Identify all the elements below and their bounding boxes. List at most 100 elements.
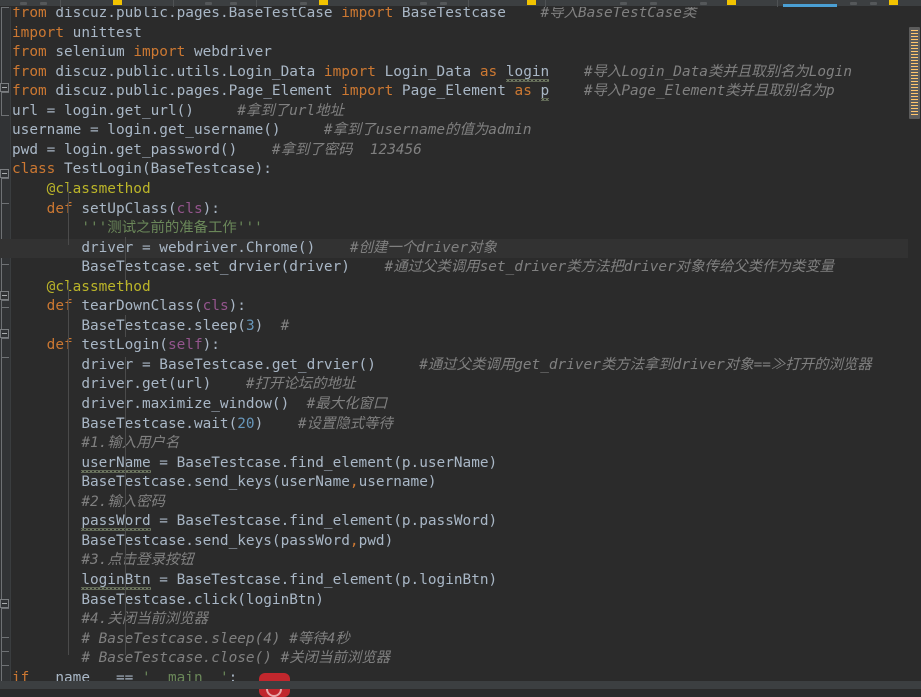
code-line[interactable]: #2.输入密码	[0, 493, 921, 513]
code-editor[interactable]: from discuz.public.pages.BaseTestCase im…	[0, 7, 921, 689]
code-line[interactable]: #1.输入用户名	[0, 434, 921, 454]
code-line[interactable]: pwd = login.get_password() #拿到了密码 123456	[0, 141, 921, 161]
error-stripe-mark[interactable]	[911, 39, 918, 40]
code-line[interactable]: def tearDownClass(cls):	[0, 297, 921, 317]
toolbar-button-icon[interactable]	[440, 2, 447, 5]
error-stripe-mark[interactable]	[911, 33, 918, 34]
error-stripe-mark[interactable]	[911, 108, 918, 109]
code-token: import	[133, 44, 194, 61]
error-stripe-mark[interactable]	[911, 45, 918, 46]
error-stripe-mark[interactable]	[911, 30, 918, 31]
error-stripe-mark[interactable]	[911, 36, 918, 37]
code-token: userName	[81, 454, 151, 471]
code-token: setUpClass	[81, 200, 168, 217]
code-line[interactable]: BaseTestcase.send_keys(userName,username…	[0, 473, 921, 493]
toolbar-button-icon[interactable]	[20, 2, 27, 5]
error-stripe-mark[interactable]	[911, 105, 918, 106]
code-line[interactable]: BaseTestcase.sleep(3) #	[0, 317, 921, 337]
error-stripe-mark[interactable]	[911, 102, 918, 103]
toolbar-button-icon[interactable]	[650, 2, 657, 5]
code-line[interactable]: class TestLogin(BaseTestcase):	[0, 160, 921, 180]
toolbar-marker-icon[interactable]	[527, 0, 536, 5]
code-line[interactable]: loginBtn = BaseTestcase.find_element(p.l…	[0, 571, 921, 591]
toolbar-button-icon[interactable]	[420, 2, 427, 5]
code-token: driver.maximize_window()	[81, 396, 290, 412]
toolbar-marker-icon[interactable]	[889, 0, 898, 5]
code-line[interactable]: import unittest	[0, 24, 921, 44]
code-line[interactable]: '''测试之前的准备工作'''	[0, 219, 921, 239]
error-stripe-mark[interactable]	[911, 111, 918, 112]
code-line[interactable]: from discuz.public.pages.BaseTestCase im…	[0, 7, 921, 24]
vertical-scrollbar-track[interactable]	[908, 7, 921, 689]
code-line[interactable]: from selenium import webdriver	[0, 43, 921, 63]
code-line[interactable]: from discuz.public.utils.Login_Data impo…	[0, 63, 921, 83]
error-stripe-mark[interactable]	[911, 63, 918, 64]
error-stripe-mark[interactable]	[911, 48, 918, 49]
code-line[interactable]: @classmethod	[0, 180, 921, 200]
vertical-scrollbar-thumb[interactable]	[909, 27, 920, 119]
indent-guide	[68, 337, 69, 655]
code-line[interactable]: def setUpClass(cls):	[0, 200, 921, 220]
code-line[interactable]: driver = webdriver.Chrome() #创建一个driver对…	[0, 238, 921, 259]
toolbar-button-icon[interactable]	[230, 2, 237, 5]
code-content[interactable]: from discuz.public.pages.BaseTestCase im…	[0, 7, 921, 689]
code-line[interactable]: driver.maximize_window() #最大化窗口	[0, 395, 921, 415]
code-token: 3	[245, 317, 255, 334]
error-stripe-mark[interactable]	[911, 90, 918, 91]
error-stripe-mark[interactable]	[911, 72, 918, 73]
code-line[interactable]: BaseTestcase.click(loginBtn)	[0, 591, 921, 611]
error-stripe-mark[interactable]	[911, 54, 918, 55]
code-line[interactable]: BaseTestcase.send_keys(passWord,pwd)	[0, 532, 921, 552]
toolbar-button-icon[interactable]	[870, 2, 877, 5]
toolbar-marker-icon[interactable]	[319, 0, 328, 5]
error-stripe-mark[interactable]	[911, 87, 918, 88]
error-stripe-mark[interactable]	[911, 96, 918, 97]
toolbar-marker-icon[interactable]	[113, 0, 122, 5]
code-line[interactable]: BaseTestcase.set_drvier(driver) #通过父类调用s…	[0, 258, 921, 278]
error-stripe-mark[interactable]	[911, 78, 918, 79]
error-stripe-mark[interactable]	[911, 60, 918, 61]
code-line[interactable]: # BaseTestcase.close() #关闭当前浏览器	[0, 649, 921, 669]
toolbar-button-icon[interactable]	[40, 2, 47, 5]
error-stripe-mark[interactable]	[911, 99, 918, 100]
editor-toolbar-strip[interactable]	[0, 0, 921, 7]
code-line[interactable]: username = login.get_username() #拿到了user…	[0, 121, 921, 141]
error-stripe-mark[interactable]	[911, 114, 918, 115]
code-token: #3.点击登录按钮	[81, 552, 194, 569]
error-stripe-mark[interactable]	[911, 84, 918, 85]
code-line[interactable]: userName = BaseTestcase.find_element(p.u…	[0, 454, 921, 474]
code-line[interactable]: @classmethod	[0, 278, 921, 298]
error-stripe-mark[interactable]	[911, 57, 918, 58]
code-token: = BaseTestcase.find_element(p.userName)	[150, 454, 498, 471]
toolbar-button-icon[interactable]	[850, 2, 857, 5]
toolbar-button-icon[interactable]	[205, 2, 212, 5]
toolbar-separator	[545, 0, 546, 7]
error-stripe-mark[interactable]	[911, 66, 918, 67]
code-line[interactable]: # BaseTestcase.sleep(4) #等待4秒	[0, 630, 921, 650]
code-token: # BaseTestcase.close() #关闭当前浏览器	[81, 650, 390, 667]
code-line[interactable]: driver = BaseTestcase.get_drvier() #通过父类…	[0, 356, 921, 376]
toolbar-button-icon[interactable]	[620, 2, 627, 5]
code-line[interactable]: def testLogin(self):	[0, 336, 921, 356]
code-line[interactable]: driver.get(url) #打开论坛的地址	[0, 375, 921, 395]
error-stripe-mark[interactable]	[911, 75, 918, 76]
code-line[interactable]: #3.点击登录按钮	[0, 551, 921, 571]
code-token: import	[12, 24, 73, 41]
code-line[interactable]: from discuz.public.pages.Page_Element im…	[0, 82, 921, 102]
error-stripe-mark[interactable]	[911, 81, 918, 82]
code-token: discuz.public.pages.Page_Element	[55, 83, 342, 100]
error-stripe-mark[interactable]	[911, 51, 918, 52]
code-token: BaseTestcase.set_drvier(driver)	[81, 259, 350, 276]
error-stripe-mark[interactable]	[911, 42, 918, 43]
code-line[interactable]: #4.关闭当前浏览器	[0, 610, 921, 630]
toolbar-button-icon[interactable]	[700, 2, 707, 5]
code-token: #导入Login_Data类并且取别名为Login	[549, 63, 853, 80]
toolbar-marker-icon[interactable]	[727, 0, 736, 5]
toolbar-button-icon[interactable]	[300, 2, 307, 5]
error-stripe-mark[interactable]	[911, 69, 918, 70]
error-stripe-mark[interactable]	[911, 93, 918, 94]
code-line[interactable]: url = login.get_url() #拿到了url地址	[0, 102, 921, 122]
code-line[interactable]: BaseTestcase.wait(20) #设置隐式等待	[0, 415, 921, 435]
code-line[interactable]: passWord = BaseTestcase.find_element(p.p…	[0, 512, 921, 532]
